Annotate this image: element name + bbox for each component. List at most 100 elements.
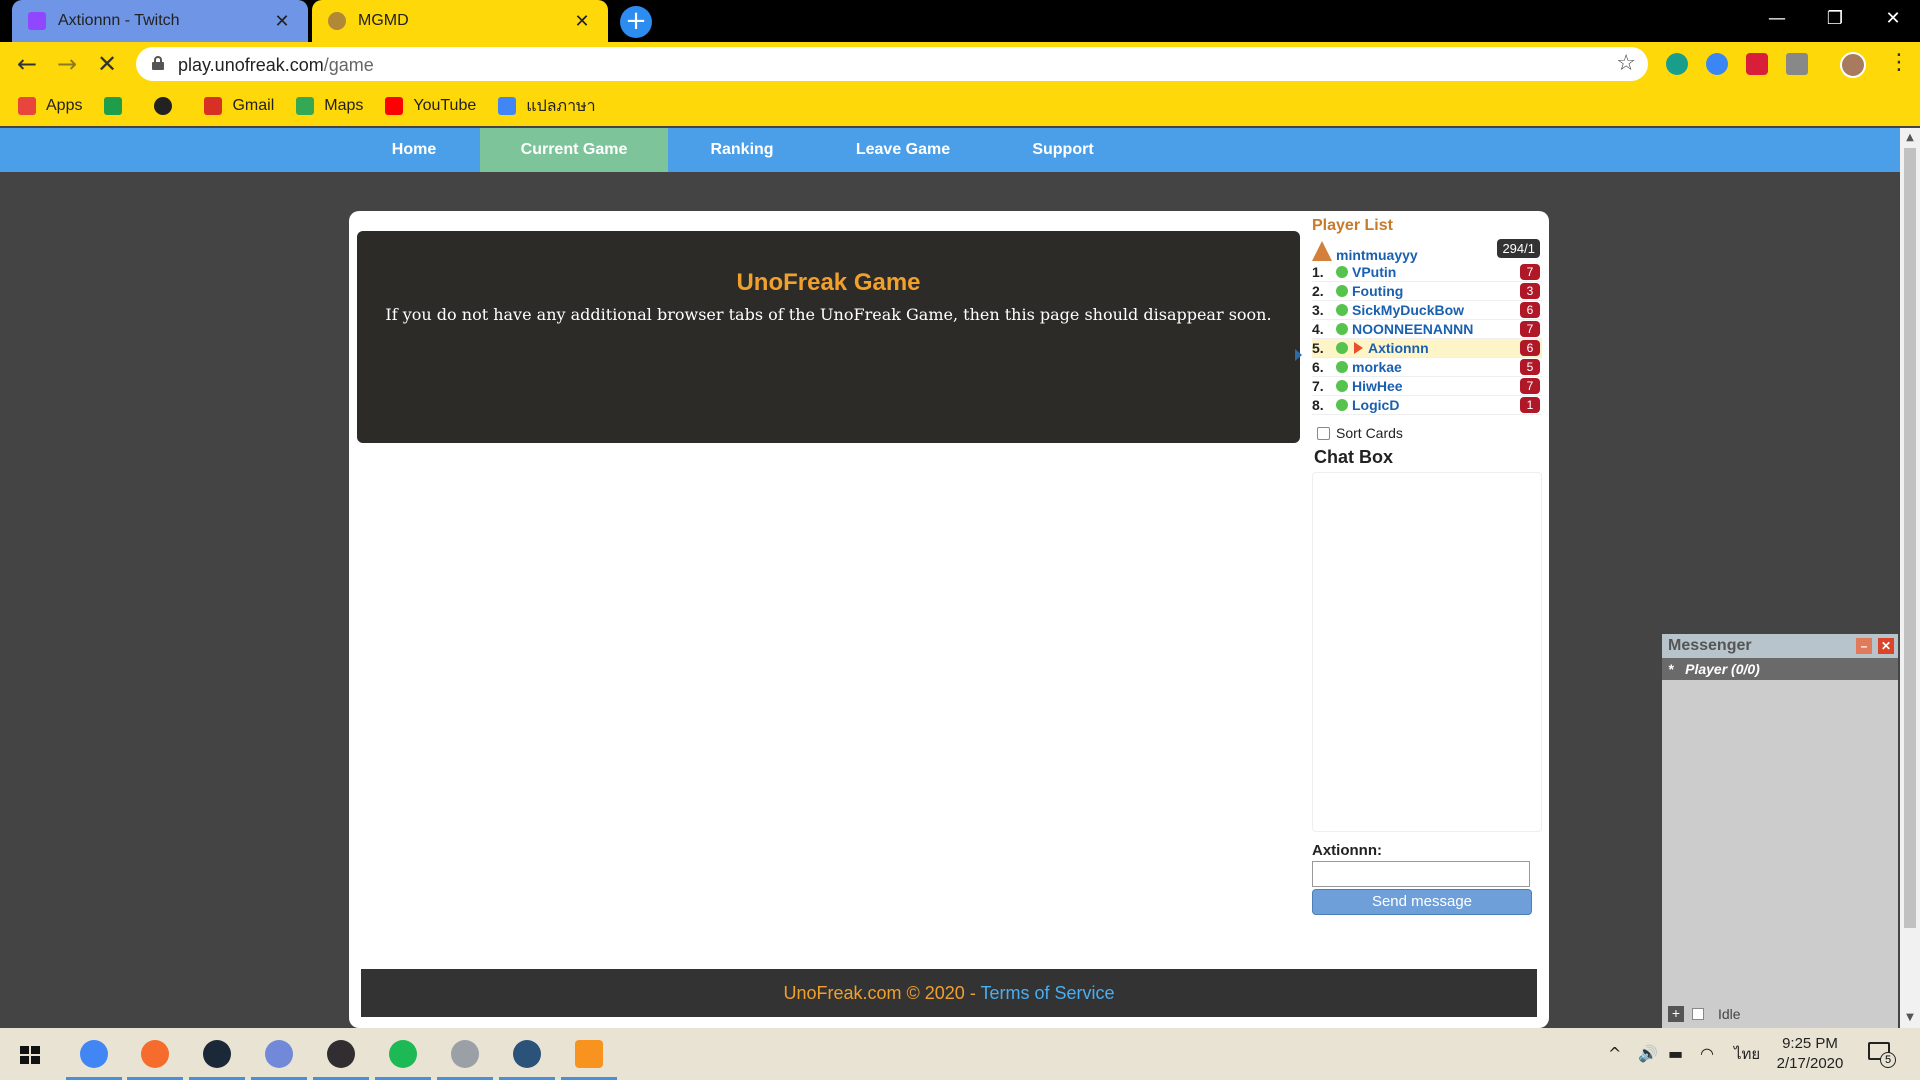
- player-list: Player List mintmuayyy 294/1 1. VPutin 7…: [1312, 217, 1542, 915]
- tray-expand-icon[interactable]: ^: [1608, 1028, 1621, 1080]
- game-message: If you do not have any additional browse…: [385, 305, 1272, 324]
- bookmark-star-icon[interactable]: ☆: [1616, 51, 1636, 76]
- scrollbar-thumb[interactable]: [1904, 148, 1916, 928]
- site-footer: UnoFreak.com © 2020 - Terms of Service: [361, 969, 1537, 1017]
- nav-leave-game[interactable]: Leave Game: [846, 128, 960, 172]
- taskbar-obs[interactable]: [311, 1028, 371, 1080]
- player-row[interactable]: 1. VPutin 7: [1312, 263, 1542, 282]
- nav-ranking[interactable]: Ranking: [690, 128, 794, 172]
- player-row[interactable]: 3. SickMyDuckBow 6: [1312, 301, 1542, 320]
- sort-cards-option[interactable]: Sort Cards: [1312, 425, 1542, 441]
- taskbar-headset-app[interactable]: [497, 1028, 557, 1080]
- extension-facebook-icon[interactable]: [1786, 53, 1808, 75]
- stop-loading-button[interactable]: ✕: [92, 50, 122, 78]
- chat-input[interactable]: [1312, 861, 1530, 887]
- player-row[interactable]: 2. Fouting 3: [1312, 282, 1542, 301]
- taskbar-steam[interactable]: [187, 1028, 247, 1080]
- nav-current-game[interactable]: Current Game: [480, 128, 668, 172]
- volume-icon[interactable]: 🔊: [1638, 1028, 1658, 1080]
- extension-c-icon[interactable]: [1706, 53, 1728, 75]
- scroll-down-icon[interactable]: ▼: [1900, 1012, 1920, 1023]
- host-name[interactable]: mintmuayyy: [1336, 247, 1418, 263]
- minimize-button[interactable]: —: [1748, 0, 1806, 42]
- bookmark-gmail[interactable]: Gmail: [204, 97, 274, 115]
- messenger-close-button[interactable]: ✕: [1878, 638, 1894, 654]
- headset-icon: [513, 1040, 541, 1068]
- restore-button[interactable]: ❐: [1806, 0, 1864, 42]
- messenger-footer: + Idle: [1668, 1006, 1741, 1022]
- more-menu-icon[interactable]: ⋮: [1888, 50, 1910, 75]
- steam-icon: [203, 1040, 231, 1068]
- language-indicator[interactable]: ไทย: [1734, 1028, 1760, 1080]
- player-row[interactable]: 4. NOONNEENANNN 7: [1312, 320, 1542, 339]
- action-center-button[interactable]: 5: [1866, 1038, 1896, 1068]
- messenger-player-group[interactable]: * Player (0/0): [1662, 658, 1898, 680]
- new-tab-button[interactable]: +: [620, 6, 652, 38]
- close-tab-icon[interactable]: ✕: [572, 11, 592, 32]
- taskbar-chrome[interactable]: [64, 1028, 124, 1080]
- browser-tab-strip: Axtionnn - Twitch ✕ MGMD ✕ + — ❐ ✕: [0, 0, 1920, 42]
- taskbar-origin[interactable]: [125, 1028, 185, 1080]
- player-list-title: Player List: [1312, 217, 1393, 234]
- add-contact-button[interactable]: +: [1668, 1006, 1684, 1022]
- scroll-up-icon[interactable]: ▲: [1900, 132, 1920, 143]
- idle-checkbox[interactable]: [1692, 1008, 1704, 1020]
- sort-cards-checkbox[interactable]: [1317, 426, 1330, 440]
- close-tab-icon[interactable]: ✕: [272, 11, 292, 32]
- bookmark-apps[interactable]: Apps: [18, 97, 82, 115]
- taskbar-unofreak[interactable]: [559, 1028, 619, 1080]
- host-row: mintmuayyy 294/1: [1312, 239, 1542, 263]
- player-number: 3.: [1312, 302, 1324, 318]
- card-count-badge: 7: [1520, 321, 1540, 337]
- messenger-panel: Messenger – ✕ * Player (0/0) + Idle: [1662, 634, 1898, 1028]
- extension-red-icon[interactable]: [1746, 53, 1768, 75]
- player-group-label: Player (0/0): [1685, 661, 1760, 677]
- taskbar-discord[interactable]: [249, 1028, 309, 1080]
- bookmark-green-plus[interactable]: [104, 97, 132, 115]
- online-status-icon: [1336, 342, 1348, 354]
- discord-icon: [265, 1040, 293, 1068]
- player-name: HiwHee: [1352, 378, 1403, 394]
- online-status-icon: [1336, 323, 1348, 335]
- profile-avatar[interactable]: [1840, 52, 1866, 78]
- address-bar[interactable]: play.unofreak.com/game ☆: [136, 47, 1648, 81]
- twitch-icon: [28, 12, 46, 30]
- player-row-current[interactable]: 5. Axtionnn 6: [1312, 339, 1542, 358]
- player-row[interactable]: 8. LogicD 1: [1312, 396, 1542, 415]
- site-navbar: Home Current Game Ranking Leave Game Sup…: [0, 128, 1900, 172]
- card-count-badge: 1: [1520, 397, 1540, 413]
- chat-messages-area[interactable]: [1312, 472, 1542, 832]
- player-number: 8.: [1312, 397, 1324, 413]
- battery-icon[interactable]: ▬: [1668, 1028, 1683, 1080]
- clock-time: 9:25 PM: [1782, 1035, 1838, 1052]
- nav-home[interactable]: Home: [370, 128, 458, 172]
- bookmark-youtube[interactable]: YouTube: [385, 97, 476, 115]
- card-count-badge: 6: [1520, 302, 1540, 318]
- bookmark-translate[interactable]: แปลภาษา: [498, 94, 596, 119]
- tab-mgmd[interactable]: MGMD ✕: [312, 0, 608, 42]
- card-count-badge: 7: [1520, 378, 1540, 394]
- taskbar-clock[interactable]: 9:25 PM 2/17/2020: [1758, 1034, 1862, 1074]
- terms-of-service-link[interactable]: Terms of Service: [980, 983, 1114, 1003]
- messenger-minimize-button[interactable]: –: [1856, 638, 1872, 654]
- page-scrollbar[interactable]: ▲ ▼: [1900, 128, 1920, 1028]
- clock-date: 2/17/2020: [1776, 1055, 1844, 1072]
- player-number: 4.: [1312, 321, 1324, 337]
- bookmark-globe[interactable]: [154, 97, 182, 115]
- taskbar-spotify[interactable]: [373, 1028, 433, 1080]
- start-button[interactable]: [0, 1028, 58, 1080]
- bookmark-maps[interactable]: Maps: [296, 97, 363, 115]
- extension-grammarly-icon[interactable]: [1666, 53, 1688, 75]
- tab-twitch[interactable]: Axtionnn - Twitch ✕: [12, 0, 308, 42]
- maps-icon: [296, 97, 315, 115]
- send-message-button[interactable]: Send message: [1312, 889, 1532, 915]
- player-row[interactable]: 6. morkae 5: [1312, 358, 1542, 377]
- back-button[interactable]: ←: [12, 50, 42, 78]
- wifi-icon[interactable]: ◠: [1700, 1028, 1714, 1080]
- close-window-button[interactable]: ✕: [1864, 0, 1920, 42]
- nav-support[interactable]: Support: [1016, 128, 1110, 172]
- player-row[interactable]: 7. HiwHee 7: [1312, 377, 1542, 396]
- taskbar-cd-player[interactable]: [435, 1028, 495, 1080]
- player-name: Axtionnn: [1368, 340, 1429, 356]
- forward-button[interactable]: →: [52, 50, 82, 78]
